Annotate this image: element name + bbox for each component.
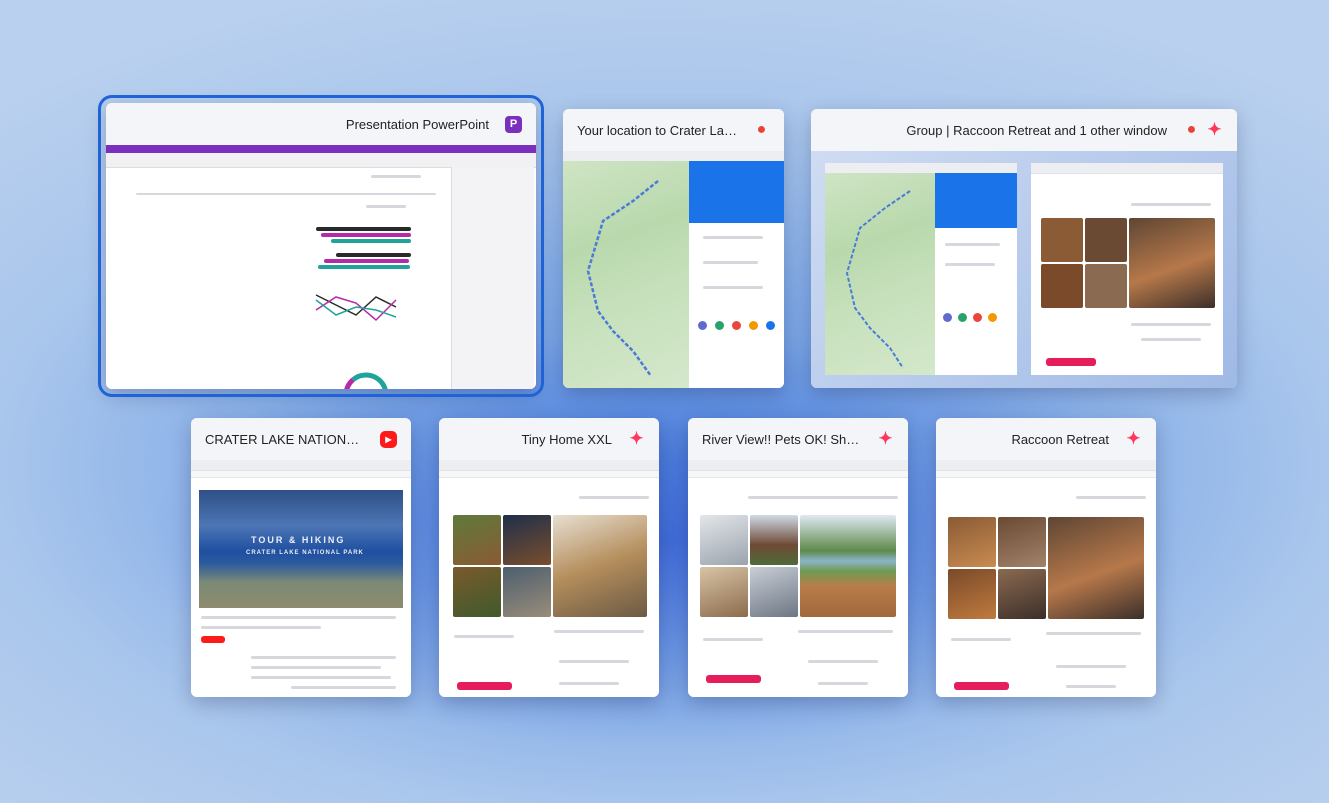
video-overlay-title: TOUR & HIKING	[251, 535, 346, 545]
youtube-icon: ▶	[380, 430, 397, 448]
google-maps-icon: ●	[1186, 121, 1197, 138]
donut-chart	[344, 372, 388, 389]
window-thumbnail-tiny-home[interactable]: ✦ Tiny Home XXL	[439, 418, 659, 697]
google-maps-icon: ●	[756, 121, 767, 138]
window-title: Raccoon Retreat	[1011, 431, 1109, 447]
window-preview	[688, 460, 908, 697]
window-preview	[439, 460, 659, 697]
window-preview	[936, 460, 1156, 697]
window-header: ✦ Raccoon Retreat	[936, 418, 1156, 460]
window-title: Group | Raccoon Retreat and 1 other wind…	[906, 122, 1167, 138]
window-title: River View!! Pets OK! Short...	[702, 431, 861, 447]
powerpoint-icon: P	[505, 115, 522, 133]
window-thumbnail-river-view[interactable]: ✦ River View!! Pets OK! Short...	[688, 418, 908, 697]
reserve-button	[706, 675, 761, 683]
video-player	[199, 490, 403, 608]
window-preview	[811, 151, 1237, 388]
window-thumbnail-powerpoint[interactable]: P Presentation PowerPoint	[98, 95, 544, 397]
chart-bar	[331, 239, 411, 243]
snapped-maps	[825, 163, 1017, 375]
directions-header	[689, 161, 784, 223]
window-title: Presentation PowerPoint	[345, 116, 489, 132]
window-title: CRATER LAKE NATIONAL P...	[205, 431, 364, 447]
reserve-button	[457, 682, 512, 690]
ppt-title-bar	[106, 145, 536, 153]
window-header: ● Your location to Crater Lake...	[563, 109, 784, 151]
snapped-airbnb	[1031, 163, 1223, 375]
chart-bar	[318, 265, 410, 269]
window-title: Tiny Home XXL	[521, 431, 612, 447]
chart-bar	[324, 259, 409, 263]
airbnb-icon: ✦	[1126, 429, 1141, 448]
window-preview	[106, 145, 536, 389]
window-title: Your location to Crater Lake...	[577, 122, 737, 138]
ppt-ribbon	[106, 153, 536, 168]
chart-bar	[336, 253, 411, 257]
window-header: ✦ ● Group | Raccoon Retreat and 1 other …	[811, 109, 1237, 151]
window-preview	[563, 151, 784, 388]
chart-bar	[316, 227, 411, 231]
line-chart	[315, 294, 397, 322]
airbnb-icon: ✦	[1207, 120, 1222, 139]
chart-bar	[321, 233, 411, 237]
airbnb-icon: ✦	[878, 429, 893, 448]
window-thumbnail-raccoon-retreat[interactable]: ✦ Raccoon Retreat	[936, 418, 1156, 697]
window-thumbnail-group[interactable]: ✦ ● Group | Raccoon Retreat and 1 other …	[811, 109, 1237, 388]
window-header: ▶ CRATER LAKE NATIONAL P...	[191, 418, 411, 460]
airbnb-icon: ✦	[629, 429, 644, 448]
window-thumbnail-youtube[interactable]: ▶ CRATER LAKE NATIONAL P... TOUR & HIKIN…	[191, 418, 411, 697]
window-thumbnail-maps[interactable]: ● Your location to Crater Lake...	[563, 109, 784, 388]
window-header: P Presentation PowerPoint	[106, 103, 536, 145]
video-overlay-subtitle: CRATER LAKE NATIONAL PARK	[246, 550, 364, 556]
subscribe-button	[201, 636, 225, 643]
ppt-side-panel	[451, 167, 534, 389]
window-header: ✦ River View!! Pets OK! Short...	[688, 418, 908, 460]
reserve-button	[954, 682, 1009, 690]
route-line	[586, 180, 659, 377]
window-header: ✦ Tiny Home XXL	[439, 418, 659, 460]
window-preview: TOUR & HIKING CRATER LAKE NATIONAL PARK	[191, 460, 411, 697]
